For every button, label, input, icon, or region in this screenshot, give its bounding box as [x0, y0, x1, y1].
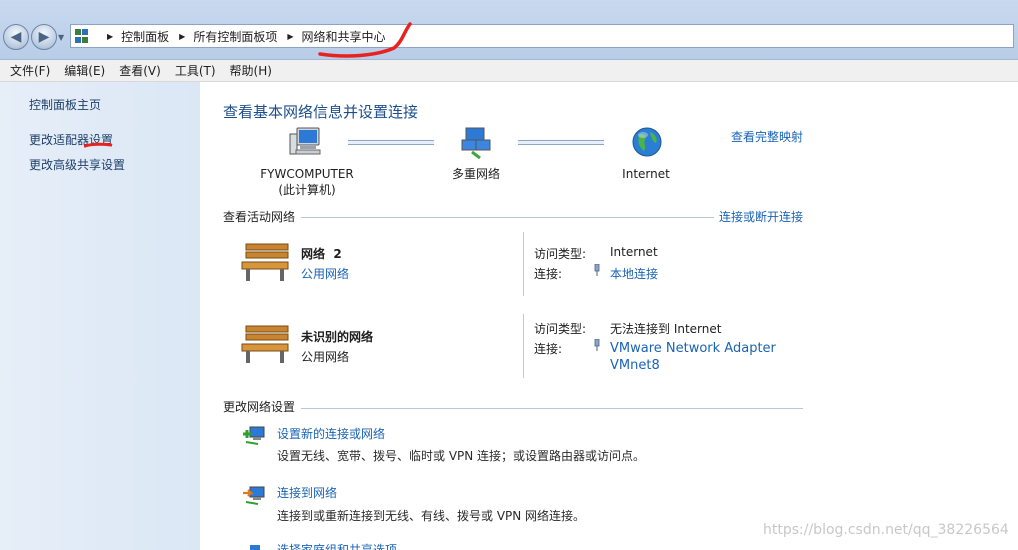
node-this-computer[interactable]: FYWCOMPUTER (此计算机) — [258, 166, 356, 198]
sidebar: 控制面板主页 更改适配器设置 更改高级共享设置 — [0, 82, 200, 550]
ethernet-plug-icon — [594, 339, 600, 351]
address-bar[interactable]: ▶ 控制面板 ▶ 所有控制面板项 ▶ 网络和共享中心 — [70, 24, 1014, 48]
menu-file[interactable]: 文件(F) — [10, 62, 50, 79]
section-divider — [301, 217, 714, 218]
homegroup-icon — [250, 545, 260, 550]
network-2-access-value: 无法连接到 Internet — [610, 322, 722, 336]
breadcrumb-control-panel[interactable]: 控制面板 — [121, 28, 169, 45]
network-1-access-label: 访问类型: — [534, 247, 587, 261]
network-2-name: 未识别的网络 — [301, 330, 374, 344]
watermark: https://blog.csdn.net/qq_38226564 — [763, 522, 1009, 538]
setup-new-connection-link[interactable]: 设置新的连接或网络 — [277, 425, 385, 442]
network-2-conn-line2: VMnet8 — [610, 358, 660, 373]
red-annotation-scribble — [318, 22, 412, 58]
node-computer-name: FYWCOMPUTER — [260, 167, 354, 181]
section-divider — [301, 408, 803, 409]
node-internet[interactable]: Internet — [610, 166, 682, 182]
title-bar: ◀ ▶ ▼ ▶ 控制面板 ▶ 所有控制面板项 ▶ 网络和共享中心 — [0, 0, 1018, 60]
breadcrumb-arrow-icon[interactable]: ▶ — [287, 32, 293, 41]
breadcrumb-arrow-icon[interactable]: ▶ — [107, 32, 113, 41]
view-full-map-link[interactable]: 查看完整映射 — [731, 128, 803, 145]
back-button[interactable]: ◀ — [3, 24, 29, 50]
computer-icon — [289, 127, 321, 155]
network-2-conn-label: 连接: — [534, 342, 563, 356]
setup-new-connection-desc: 设置无线、宽带、拨号、临时或 VPN 连接；或设置路由器或访问点。 — [277, 449, 646, 463]
network-1-name: 网络 2 — [301, 247, 342, 261]
new-connection-icon — [243, 426, 265, 445]
connect-to-network-desc: 连接到或重新连接到无线、有线、拨号或 VPN 网络连接。 — [277, 509, 586, 523]
network-1-type-link[interactable]: 公用网络 — [301, 265, 349, 282]
node-multiple-networks[interactable]: 多重网络 — [436, 166, 516, 182]
ethernet-plug-icon — [594, 264, 600, 276]
node-computer-sub: (此计算机) — [278, 183, 336, 197]
public-network-bench-icon — [241, 243, 289, 281]
homegroup-sharing-link[interactable]: 选择家庭组和共享选项 — [277, 541, 397, 550]
sidebar-item-control-panel-home[interactable]: 控制面板主页 — [29, 96, 101, 113]
page-title: 查看基本网络信息并设置连接 — [223, 103, 419, 121]
menu-help[interactable]: 帮助(H) — [230, 62, 272, 79]
multiple-networks-icon — [461, 127, 491, 160]
connect-to-network-link[interactable]: 连接到网络 — [277, 484, 337, 501]
globe-icon — [632, 127, 662, 157]
breadcrumb-arrow-icon[interactable]: ▶ — [179, 32, 185, 41]
connect-disconnect-link[interactable]: 连接或断开连接 — [719, 208, 803, 225]
network-2-conn-link[interactable]: VMware Network Adapter VMnet8 — [610, 340, 776, 374]
red-underline-annotation — [84, 142, 112, 148]
network-2-conn-line1: VMware Network Adapter — [610, 341, 776, 356]
menu-tools[interactable]: 工具(T) — [175, 62, 216, 79]
breadcrumb-all-items[interactable]: 所有控制面板项 — [193, 28, 277, 45]
network-2-access-label: 访问类型: — [534, 322, 587, 336]
node-multiple-networks-label: 多重网络 — [451, 167, 500, 181]
connector-line — [518, 140, 604, 145]
connect-network-icon — [243, 486, 265, 505]
network-2-type: 公用网络 — [301, 350, 350, 364]
vertical-divider — [523, 314, 524, 378]
sidebar-item-advanced-sharing[interactable]: 更改高级共享设置 — [29, 156, 125, 173]
active-networks-header: 查看活动网络 — [223, 210, 296, 224]
network-1-conn-label: 连接: — [534, 267, 563, 281]
public-network-bench-icon — [241, 325, 289, 363]
vertical-divider — [523, 232, 524, 296]
change-settings-header: 更改网络设置 — [223, 400, 296, 414]
menu-view[interactable]: 查看(V) — [119, 62, 161, 79]
control-panel-icon — [75, 29, 89, 43]
forward-button[interactable]: ▶ — [31, 24, 57, 50]
recent-pages-dropdown[interactable]: ▼ — [58, 33, 64, 42]
network-1-access-value: Internet — [610, 245, 658, 259]
network-1-conn-link[interactable]: 本地连接 — [610, 265, 658, 282]
connector-line — [348, 140, 434, 145]
menu-bar: 文件(F) 编辑(E) 查看(V) 工具(T) 帮助(H) — [0, 60, 1018, 82]
menu-edit[interactable]: 编辑(E) — [64, 62, 105, 79]
node-internet-label: Internet — [622, 167, 670, 181]
